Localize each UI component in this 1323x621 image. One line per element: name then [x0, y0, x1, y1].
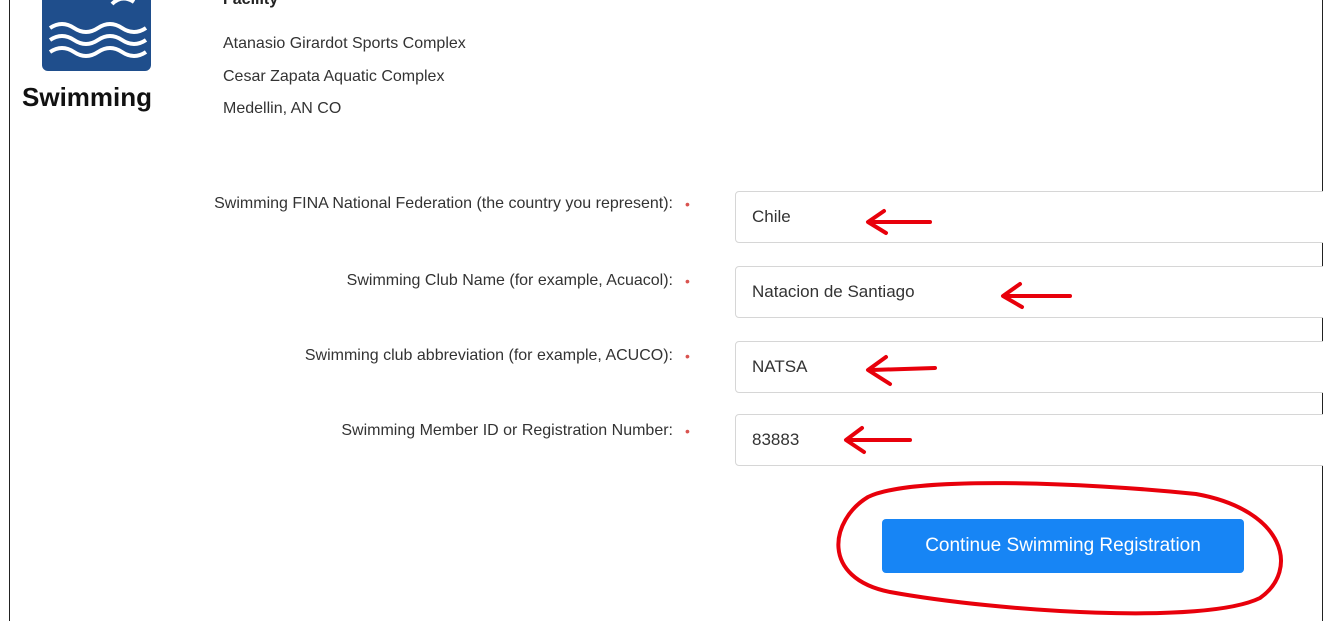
required-marker: •	[685, 423, 690, 439]
club-name-label: Swimming Club Name (for example, Acuacol…	[346, 272, 673, 289]
facility-location-line: Medellin, AN CO	[223, 100, 342, 117]
national-federation-input[interactable]	[735, 191, 1323, 243]
continue-registration-button[interactable]: Continue Swimming Registration	[882, 519, 1244, 573]
required-marker: •	[685, 196, 690, 212]
facility-heading: Facility	[223, 0, 278, 9]
club-abbreviation-label: Swimming club abbreviation (for example,…	[304, 347, 673, 364]
national-federation-label: Swimming FINA National Federation (the c…	[214, 195, 673, 212]
member-id-input[interactable]	[735, 414, 1323, 466]
facility-name-line: Atanasio Girardot Sports Complex	[223, 35, 466, 52]
left-page-border	[9, 0, 10, 621]
facility-venue-line: Cesar Zapata Aquatic Complex	[223, 68, 445, 85]
required-marker: •	[685, 273, 690, 289]
sport-name: Swimming	[22, 82, 153, 112]
club-abbreviation-input[interactable]	[735, 341, 1323, 393]
club-name-input[interactable]	[735, 266, 1323, 318]
required-marker: •	[685, 348, 690, 364]
member-id-label: Swimming Member ID or Registration Numbe…	[341, 422, 673, 439]
swimming-waves-icon	[42, 0, 151, 71]
